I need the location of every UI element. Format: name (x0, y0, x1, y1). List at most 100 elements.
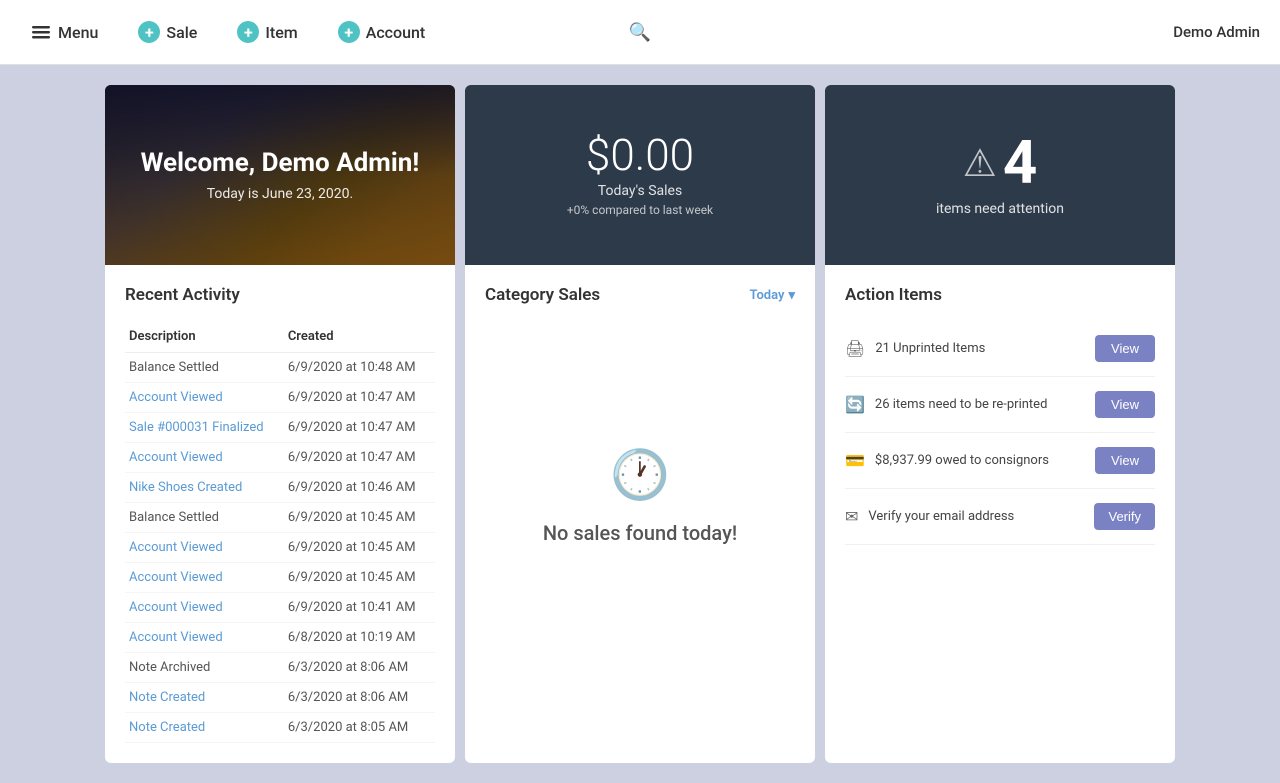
action-item-row: 🔄26 items need to be re-printed View (845, 377, 1155, 433)
table-row: Account Viewed6/9/2020 at 10:41 AM (125, 593, 435, 623)
today-filter[interactable]: Today ▾ (749, 288, 795, 303)
account-nav-item[interactable]: + Account (328, 15, 436, 49)
welcome-card: Welcome, Demo Admin! Today is June 23, 2… (105, 85, 455, 265)
item-label: Item (265, 23, 297, 42)
activity-description[interactable]: Note Created (125, 713, 284, 743)
category-sales-panel: Category Sales Today ▾ 🕐 No sales found … (465, 265, 815, 763)
view-button[interactable]: View (1095, 335, 1155, 362)
welcome-subtitle: Today is June 23, 2020. (141, 186, 420, 202)
table-row: Balance Settled6/9/2020 at 10:45 AM (125, 503, 435, 533)
action-items-header: Action Items (845, 285, 1155, 305)
activity-description: Note Archived (125, 653, 284, 683)
welcome-title: Welcome, Demo Admin! (141, 148, 420, 179)
attention-number: 4 (1003, 133, 1037, 193)
sales-amount: $0.00 (586, 133, 694, 177)
today-filter-label: Today (749, 288, 784, 303)
col-description: Description (125, 321, 284, 353)
table-row: Account Viewed6/9/2020 at 10:47 AM (125, 383, 435, 413)
activity-description[interactable]: Account Viewed (125, 623, 284, 653)
clock-icon: 🕐 (610, 446, 670, 503)
col-attention: ⚠ 4 items need attention Action Items 🖨 2… (825, 85, 1175, 763)
action-item-left: ✉ Verify your email address (845, 507, 1014, 526)
table-row: Balance Settled6/9/2020 at 10:48 AM (125, 353, 435, 383)
action-item-label: Verify your email address (868, 509, 1014, 524)
table-row: Nike Shoes Created6/9/2020 at 10:46 AM (125, 473, 435, 503)
recent-activity-header: Recent Activity (125, 285, 435, 305)
table-row: Note Created6/3/2020 at 8:05 AM (125, 713, 435, 743)
warning-icon: ⚠ (963, 141, 997, 186)
no-sales-container: 🕐 No sales found today! (485, 321, 795, 671)
action-item-label: 21 Unprinted Items (875, 341, 985, 356)
view-button[interactable]: View (1095, 391, 1155, 418)
header-nav: Menu + Sale + Item + Account (20, 15, 435, 49)
activity-description[interactable]: Sale #000031 Finalized (125, 413, 284, 443)
view-button[interactable]: View (1095, 447, 1155, 474)
table-row: Sale #000031 Finalized6/9/2020 at 10:47 … (125, 413, 435, 443)
col-welcome: Welcome, Demo Admin! Today is June 23, 2… (105, 85, 455, 763)
col-sales: $0.00 Today's Sales +0% compared to last… (465, 85, 815, 763)
sale-nav-item[interactable]: + Sale (128, 15, 207, 49)
attention-card: ⚠ 4 items need attention (825, 85, 1175, 265)
activity-description[interactable]: Note Created (125, 683, 284, 713)
activity-created: 6/9/2020 at 10:48 AM (284, 353, 435, 383)
account-label: Account (366, 23, 426, 42)
menu-label: Menu (58, 23, 98, 42)
activity-description[interactable]: Account Viewed (125, 563, 284, 593)
item-plus-icon: + (237, 21, 259, 43)
sale-plus-icon: + (138, 21, 160, 43)
category-sales-header: Category Sales Today ▾ (485, 285, 795, 305)
action-item-left: 🔄26 items need to be re-printed (845, 395, 1047, 414)
table-row: Account Viewed6/9/2020 at 10:47 AM (125, 443, 435, 473)
activity-created: 6/3/2020 at 8:06 AM (284, 683, 435, 713)
activity-description[interactable]: Nike Shoes Created (125, 473, 284, 503)
activity-created: 6/8/2020 at 10:19 AM (284, 623, 435, 653)
printer-icon: 🖨 (845, 339, 865, 358)
attention-label: items need attention (936, 201, 1064, 217)
table-row: Note Created6/3/2020 at 8:06 AM (125, 683, 435, 713)
main-content: Welcome, Demo Admin! Today is June 23, 2… (0, 65, 1280, 783)
activity-created: 6/3/2020 at 8:06 AM (284, 653, 435, 683)
attention-row: ⚠ 4 (963, 133, 1038, 193)
activity-created: 6/9/2020 at 10:47 AM (284, 413, 435, 443)
no-sales-text: No sales found today! (543, 519, 737, 547)
activity-description[interactable]: Account Viewed (125, 593, 284, 623)
sales-card: $0.00 Today's Sales +0% compared to last… (465, 85, 815, 265)
activity-created: 6/9/2020 at 10:45 AM (284, 563, 435, 593)
activity-created: 6/9/2020 at 10:47 AM (284, 383, 435, 413)
action-item-row: ✉ Verify your email address Verify (845, 489, 1155, 545)
search-icon[interactable]: 🔍 (629, 22, 651, 43)
activity-created: 6/3/2020 at 8:05 AM (284, 713, 435, 743)
table-row: Account Viewed6/9/2020 at 10:45 AM (125, 563, 435, 593)
menu-nav-item[interactable]: Menu (20, 15, 108, 49)
recent-activity-title: Recent Activity (125, 285, 240, 305)
activity-created: 6/9/2020 at 10:47 AM (284, 443, 435, 473)
welcome-text: Welcome, Demo Admin! Today is June 23, 2… (141, 148, 420, 201)
sales-label: Today's Sales (598, 183, 682, 199)
action-item-left: 🖨 21 Unprinted Items (845, 339, 985, 358)
activity-description: Balance Settled (125, 353, 284, 383)
activity-table: Description Created Balance Settled6/9/2… (125, 321, 435, 743)
item-nav-item[interactable]: + Item (227, 15, 307, 49)
activity-description[interactable]: Account Viewed (125, 443, 284, 473)
action-items-panel: Action Items 🖨21 Unprinted ItemsView🔄26 … (825, 265, 1175, 763)
activity-description: Balance Settled (125, 503, 284, 533)
col-created: Created (284, 321, 435, 353)
activity-description[interactable]: Account Viewed (125, 383, 284, 413)
header: Menu + Sale + Item + Account 🔍 Demo Admi… (0, 0, 1280, 65)
menu-icon (30, 21, 52, 43)
activity-created: 6/9/2020 at 10:41 AM (284, 593, 435, 623)
activity-description[interactable]: Account Viewed (125, 533, 284, 563)
email-icon: ✉ (845, 507, 858, 526)
chevron-down-icon: ▾ (788, 288, 795, 303)
account-plus-icon: + (338, 21, 360, 43)
verify-button[interactable]: Verify (1094, 503, 1155, 530)
action-item-row: 💳 $8,937.99 owed to consignors View (845, 433, 1155, 489)
search-container[interactable]: 🔍 (629, 22, 651, 43)
money-icon: 💳 (845, 451, 865, 470)
sales-compare: +0% compared to last week (567, 203, 713, 217)
table-row: Account Viewed6/8/2020 at 10:19 AM (125, 623, 435, 653)
action-items-list: 🖨21 Unprinted ItemsView🔄26 items need to… (845, 321, 1155, 545)
activity-created: 6/9/2020 at 10:45 AM (284, 533, 435, 563)
table-row: Note Archived6/3/2020 at 8:06 AM (125, 653, 435, 683)
action-item-label: $8,937.99 owed to consignors (875, 453, 1049, 468)
